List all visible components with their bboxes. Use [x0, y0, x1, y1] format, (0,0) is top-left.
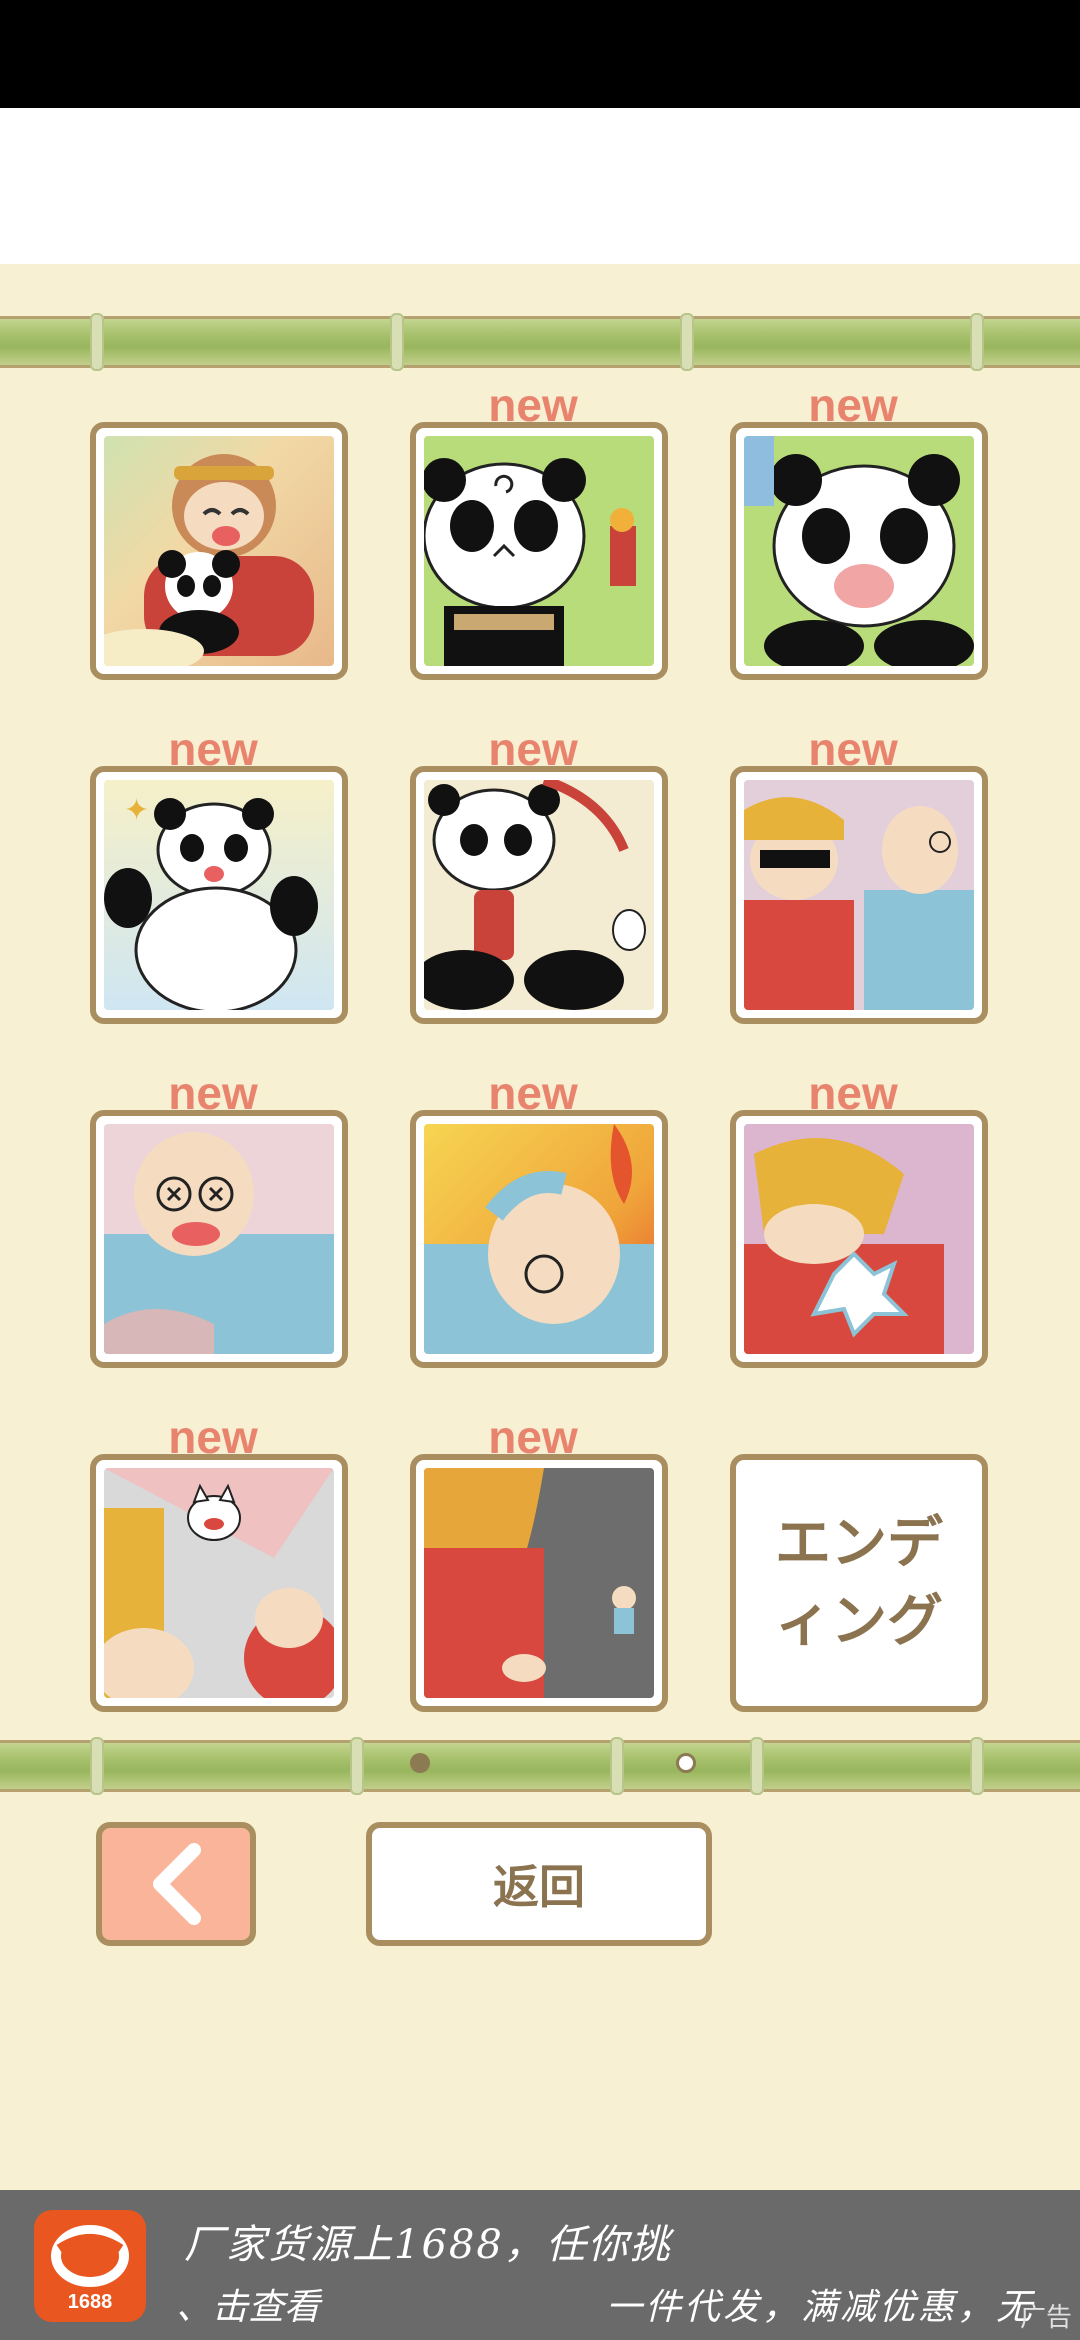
status-bar: [0, 0, 1080, 108]
tile-workers[interactable]: [730, 766, 988, 1024]
tile-hit-worker[interactable]: [730, 1110, 988, 1368]
ending-tile[interactable]: エンディング: [730, 1454, 988, 1712]
tile-panda-barrel[interactable]: [410, 766, 668, 1024]
chevron-left-icon: [153, 1843, 201, 1925]
top-blank-area: [0, 108, 1080, 264]
ad-subtitle-right: 一件代发，满减优惠，无: [606, 2287, 1036, 2328]
tile-looking-down[interactable]: [410, 1454, 668, 1712]
ad-logo: 1688: [34, 2210, 146, 2322]
monkey-king-panda-illustration: [104, 454, 314, 666]
crying-panda-illustration: [744, 436, 974, 666]
ad-title: 厂家货源上1688，任你挑: [184, 2222, 672, 2268]
return-button[interactable]: 返回: [366, 1822, 712, 1946]
tile-knocked-out-old-man[interactable]: [90, 1110, 348, 1368]
happy-panda-illustration: ✦: [104, 793, 318, 1010]
looking-down-illustration: [424, 1468, 636, 1698]
page-dot-2-active[interactable]: [676, 1753, 696, 1773]
tile-dizzy-panda[interactable]: [410, 422, 668, 680]
ad-banner[interactable]: 1688 厂家货源上1688，任你挑 、击查看 一件代发，满减优惠，无 广告: [0, 2190, 1080, 2340]
hit-worker-illustration: [744, 1138, 944, 1354]
tile-happy-panda[interactable]: ✦: [90, 766, 348, 1024]
angry-cat-illustration: [104, 1468, 334, 1698]
bamboo-bottom-border: [0, 1737, 1080, 1795]
ad-tag: 广告: [1019, 2303, 1072, 2333]
tile-angry-cat[interactable]: [90, 1454, 348, 1712]
dizzy-panda-illustration: [424, 458, 636, 666]
svg-text:✦: ✦: [124, 793, 149, 828]
workers-illustration: [744, 797, 974, 1010]
tile-burning-old-man[interactable]: [410, 1110, 668, 1368]
burning-old-man-illustration: [424, 1124, 654, 1354]
ending-label: エンディング: [775, 1511, 943, 1654]
tile-monkey-king-panda[interactable]: [90, 422, 348, 680]
knocked-out-old-man-illustration: [104, 1132, 334, 1354]
previous-page-button[interactable]: [96, 1822, 256, 1946]
page-dot-1[interactable]: [410, 1753, 430, 1773]
ad-logo-icon: [51, 2225, 129, 2287]
ad-subtitle-left: 、击查看: [176, 2287, 321, 2328]
tile-crying-panda[interactable]: [730, 422, 988, 680]
ad-logo-text: 1688: [67, 2291, 113, 2313]
panda-barrel-illustration: [424, 780, 646, 1010]
bamboo-top-border: [0, 313, 1080, 371]
